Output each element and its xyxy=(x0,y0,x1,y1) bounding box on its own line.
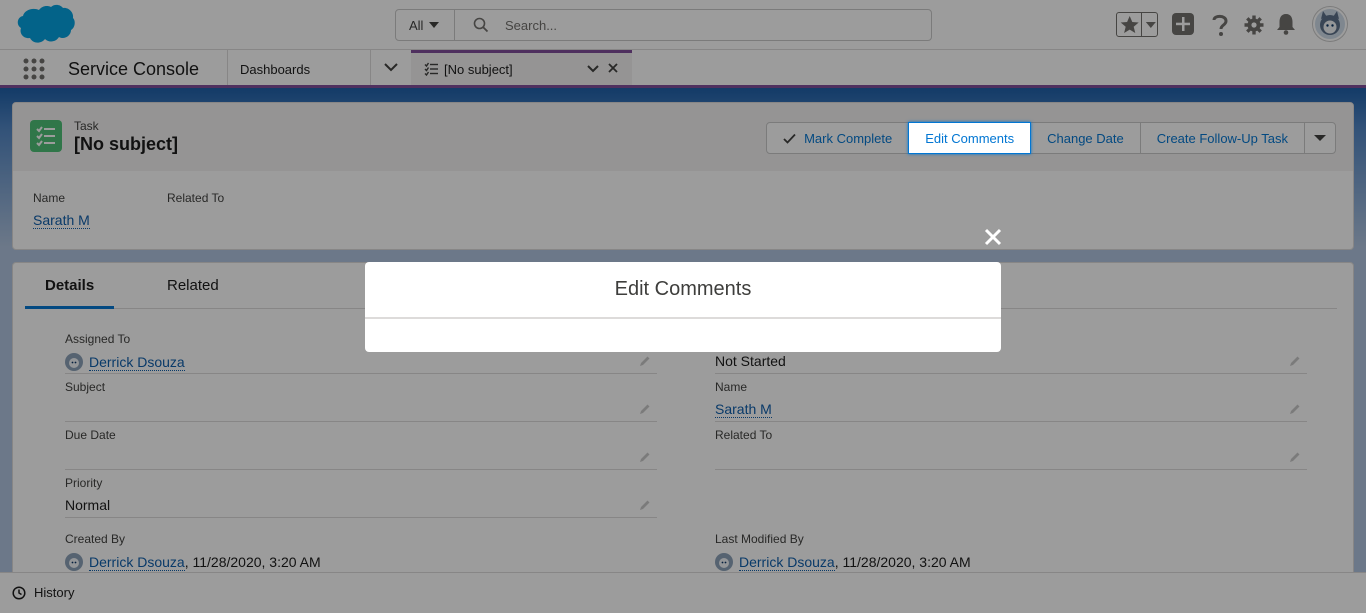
edit-comments-modal: Edit Comments xyxy=(365,262,1001,352)
edit-comments-label: Edit Comments xyxy=(925,130,1015,146)
edit-comments-button[interactable]: Edit Comments xyxy=(908,122,1032,154)
modal-title: Edit Comments xyxy=(614,278,752,300)
modal-header: Edit Comments xyxy=(365,262,1001,319)
modal-close-icon[interactable] xyxy=(980,224,1006,250)
